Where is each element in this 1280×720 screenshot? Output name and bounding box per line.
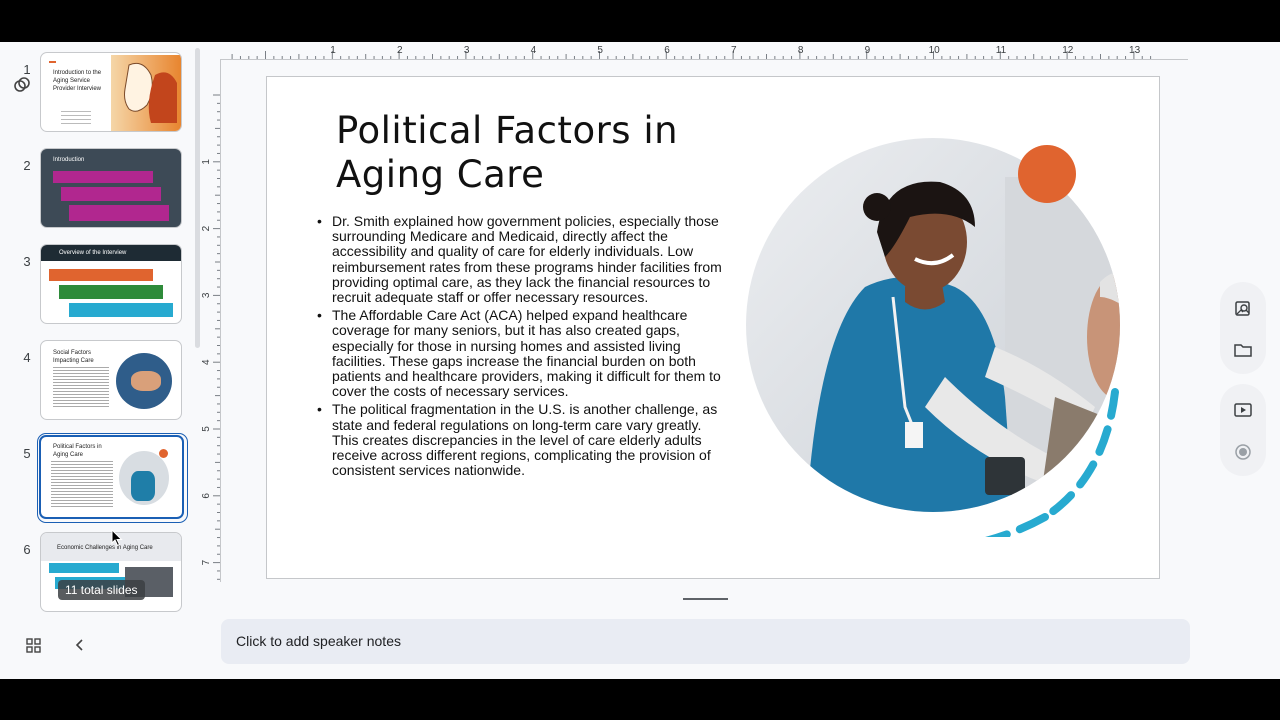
ruler-label: 1 (330, 45, 336, 56)
ruler-label: 4 (201, 359, 212, 365)
slide-thumbnail-4[interactable]: 4 Social Factors Impacting Care (0, 340, 200, 426)
ruler-label: 10 (929, 45, 941, 56)
slide-thumbnail-5[interactable]: 5 Political Factors in Aging Care (0, 433, 200, 523)
thumbnail-image[interactable]: Political Factors in Aging Care (39, 435, 184, 519)
present-icon[interactable] (1233, 400, 1253, 420)
ruler-label: 8 (798, 45, 804, 56)
thumbnail-title: Social Factors Impacting Care (53, 350, 94, 364)
slide-canvas[interactable]: Political Factors in Aging Care Dr. Smit… (266, 76, 1160, 579)
ruler-label: 5 (201, 426, 212, 432)
ruler-label: 2 (397, 45, 403, 56)
thumbnail-title: Introduction (53, 157, 85, 163)
grid-view-icon[interactable] (26, 638, 42, 654)
slide-thumbnail-3[interactable]: 3 Overview of the Interview (0, 244, 200, 330)
thumbnail-image[interactable]: Introduction (40, 148, 182, 228)
ruler-label: 3 (201, 292, 212, 298)
folder-icon[interactable] (1233, 340, 1253, 360)
horizontal-ruler[interactable]: 1 2 3 4 5 6 7 8 9 10 11 12 13 (220, 42, 1188, 60)
slide-number: 6 (23, 542, 31, 557)
title-line-1: Political Factors in (336, 109, 679, 152)
thumbnail-title: Introduction to the Aging Service Provid… (53, 70, 102, 92)
ruler-label: 4 (531, 45, 537, 56)
bullet-item: The political fragmentation in the U.S. … (315, 402, 725, 478)
speaker-notes-placeholder[interactable]: Click to add speaker notes (236, 633, 401, 649)
slide-number: 5 (23, 446, 31, 461)
thumbnail-title: Overview of the Interview (59, 250, 127, 256)
ruler-label: 9 (865, 45, 871, 56)
notes-resize-handle[interactable] (683, 598, 728, 600)
ruler-label: 5 (597, 45, 603, 56)
rail-group-top (1220, 282, 1266, 374)
bullet-item: Dr. Smith explained how government polic… (315, 213, 725, 305)
slide-thumbnail-2[interactable]: 2 Introduction (0, 148, 200, 234)
ruler-label: 12 (1062, 45, 1074, 56)
ruler-label: 3 (464, 45, 470, 56)
thumbnail-image[interactable]: Social Factors Impacting Care (40, 340, 182, 420)
ruler-label: 7 (201, 559, 212, 565)
thumbnail-image[interactable]: Overview of the Interview (40, 244, 182, 324)
ruler-label: 11 (996, 45, 1007, 56)
thumbnail-image[interactable]: Introduction to the Aging Service Provid… (40, 52, 182, 132)
filmstrip[interactable]: 1 Introduction to the Aging Service Prov… (0, 42, 200, 632)
slide-number: 1 (23, 62, 31, 77)
bullet-list[interactable]: Dr. Smith explained how government polic… (315, 213, 725, 481)
ruler-label: 1 (201, 159, 212, 165)
slide-number: 2 (23, 158, 31, 173)
slide-thumbnail-6[interactable]: 6 Economic Challenges in Aging Care (0, 532, 200, 618)
ruler-label: 6 (201, 493, 212, 499)
slide-thumbnail-1[interactable]: 1 Introduction to the Aging Service Prov… (0, 52, 200, 138)
filmstrip-controls (0, 632, 200, 679)
ruler-label: 7 (731, 45, 737, 56)
thumbnail-title: Economic Challenges in Aging Care (57, 545, 153, 551)
nurse-patient-photo[interactable] (745, 137, 1120, 537)
ruler-label: 6 (664, 45, 670, 56)
record-icon[interactable] (1233, 442, 1253, 462)
rail-group-bottom (1220, 384, 1266, 476)
title-line-2: Aging Care (336, 153, 545, 196)
mouse-cursor-icon (111, 529, 123, 547)
ruler-label: 13 (1129, 45, 1141, 56)
slides-editor: 1 Introduction to the Aging Service Prov… (0, 42, 1280, 679)
image-search-icon[interactable] (1233, 299, 1253, 319)
chevron-left-icon[interactable] (72, 637, 86, 653)
total-slides-badge: 11 total slides (58, 580, 145, 600)
speaker-notes-panel[interactable]: Click to add speaker notes (221, 619, 1190, 664)
vertical-ruler[interactable]: 1 2 3 4 5 6 7 (201, 60, 221, 582)
slide-number: 4 (23, 350, 31, 365)
thumbnail-title: Political Factors in Aging Care (53, 444, 102, 458)
slide-number: 3 (23, 254, 31, 269)
bullet-item: The Affordable Care Act (ACA) helped exp… (315, 308, 725, 399)
right-side-panel (1220, 282, 1266, 482)
slide-title[interactable]: Political Factors in Aging Care (336, 109, 736, 197)
filmstrip-scrollbar[interactable] (195, 48, 200, 348)
ruler-label: 2 (201, 225, 212, 231)
